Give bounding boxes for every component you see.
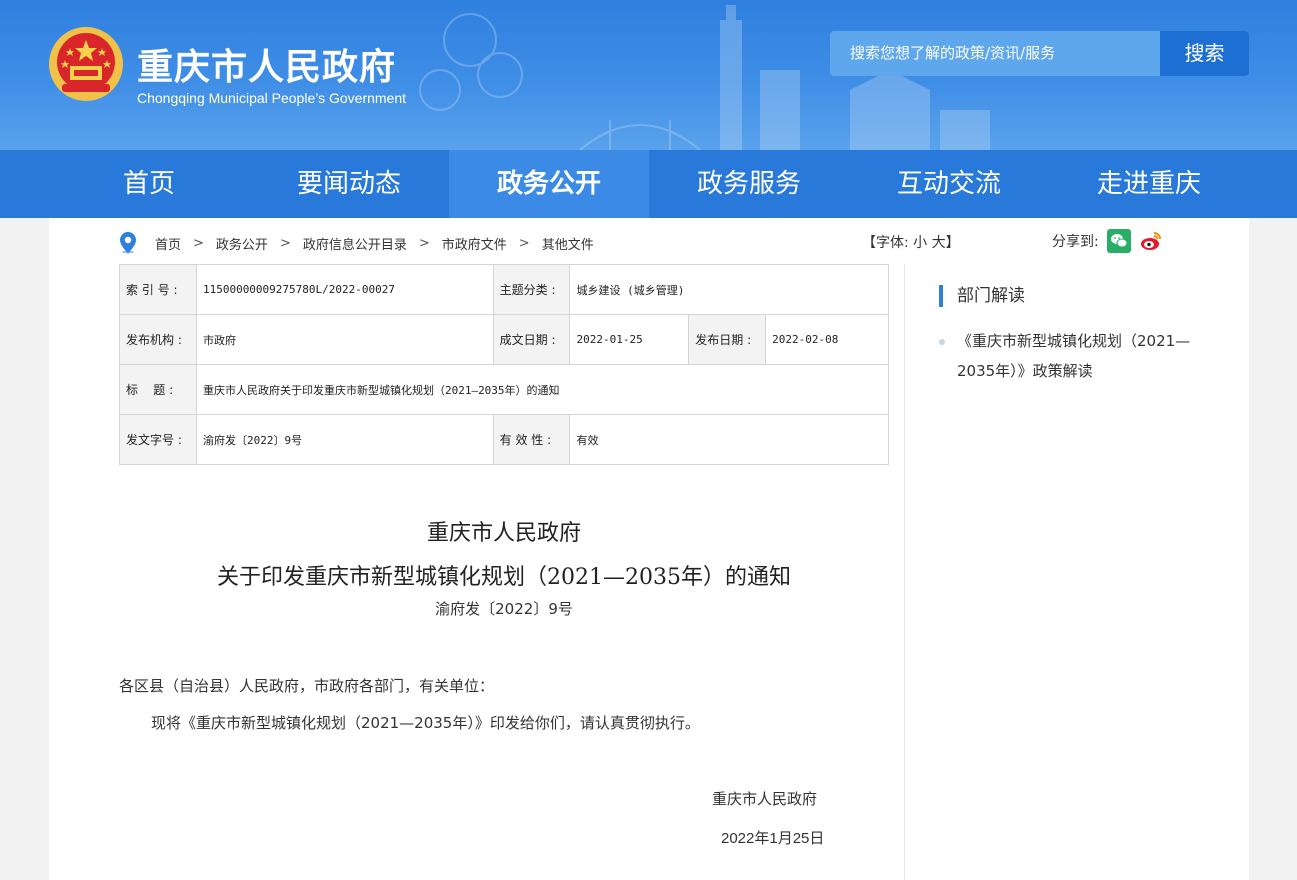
document-meta-table: 索 引 号 : 11500000009275780L/2022-00027 主题…	[119, 264, 890, 465]
nav-interaction[interactable]: 互动交流	[849, 150, 1049, 218]
share-label: 分享到:	[1052, 234, 1099, 250]
publisher-value: 市政府	[195, 314, 494, 365]
nav-news[interactable]: 要闻动态	[249, 150, 449, 218]
share-bar: 分享到:	[1052, 229, 1163, 253]
breadcrumb: 首页 > 政务公开 > 政府信息公开目录 > 市政府文件 > 其他文件	[119, 231, 594, 255]
publisher-label: 发布机构 :	[119, 314, 197, 365]
site-header: 重庆市人民政府 Chongqing Municipal People’s Gov…	[0, 0, 1297, 150]
breadcrumb-separator: >	[193, 235, 204, 251]
main-nav: 首页 要闻动态 政务公开 政务服务 互动交流 走进重庆	[0, 150, 1297, 218]
index-value: 11500000009275780L/2022-00027	[195, 264, 494, 315]
created-date-label: 成文日期 :	[492, 314, 571, 365]
title-label: 标 题 :	[119, 364, 197, 415]
site-title: 重庆市人民政府	[137, 47, 397, 88]
weibo-icon[interactable]	[1139, 229, 1163, 253]
search-input[interactable]	[830, 31, 1161, 76]
site-subtitle: Chongqing Municipal People’s Government	[137, 90, 407, 106]
sidebar-link-policy-interpretation[interactable]: 《重庆市新型城镇化规划（2021—2035年）》政策解读	[957, 326, 1197, 386]
breadcrumb-city-docs[interactable]: 市政府文件	[442, 234, 507, 253]
document-number: 渝府发〔2022〕9号	[435, 600, 573, 618]
document-body: 现将《重庆市新型城镇化规划（2021—2035年）》印发给你们，请认真贯彻执行。	[151, 714, 700, 732]
breadcrumb-separator: >	[279, 235, 291, 251]
topic-value: 城乡建设 (城乡管理)	[569, 264, 889, 315]
sidebar-title: 部门解读	[939, 285, 1025, 307]
national-emblem-icon	[49, 27, 123, 101]
created-date-value: 2022-01-25	[569, 314, 690, 365]
document-signature: 重庆市人民政府	[712, 790, 818, 808]
breadcrumb-separator: >	[518, 235, 530, 251]
breadcrumb-government-affairs[interactable]: 政务公开	[216, 234, 268, 253]
published-date-value: 2022-02-08	[765, 314, 889, 365]
location-pin-icon	[120, 232, 136, 254]
validity-label: 有 效 性 :	[492, 414, 571, 465]
index-label: 索 引 号 :	[119, 264, 197, 315]
bullet-icon	[939, 339, 945, 345]
doc-number-value: 渝府发〔2022〕9号	[195, 414, 494, 465]
validity-value: 有效	[569, 414, 889, 465]
document-title-line2: 关于印发重庆市新型城镇化规划（2021—2035年）的通知	[217, 565, 791, 590]
search-button[interactable]: 搜索	[1160, 31, 1249, 76]
breadcrumb-info-catalog[interactable]: 政府信息公开目录	[303, 234, 407, 253]
document-date: 2022年1月25日	[721, 830, 825, 847]
title-value: 重庆市人民政府关于印发重庆市新型城镇化规划（2021—2035年）的通知	[195, 364, 890, 415]
breadcrumb-separator: >	[418, 235, 430, 251]
nav-services[interactable]: 政务服务	[649, 150, 849, 218]
topic-label: 主题分类 :	[492, 264, 571, 315]
published-date-label: 发布日期 :	[688, 314, 767, 365]
document-salutation: 各区县（自治县）人民政府，市政府各部门，有关单位：	[119, 677, 495, 695]
breadcrumb-home[interactable]: 首页	[155, 234, 181, 253]
wechat-icon[interactable]	[1106, 229, 1131, 253]
breadcrumb-other-docs[interactable]: 其他文件	[542, 234, 594, 253]
document-title-line1: 重庆市人民政府	[426, 521, 581, 546]
nav-government-affairs[interactable]: 政务公开	[449, 150, 649, 218]
font-size-control[interactable]: 【字体: 小 大】	[862, 232, 960, 252]
column-divider	[904, 264, 905, 880]
doc-number-label: 发文字号 :	[119, 414, 197, 465]
nav-home[interactable]: 首页	[49, 150, 249, 218]
nav-about-chongqing[interactable]: 走进重庆	[1049, 150, 1249, 218]
